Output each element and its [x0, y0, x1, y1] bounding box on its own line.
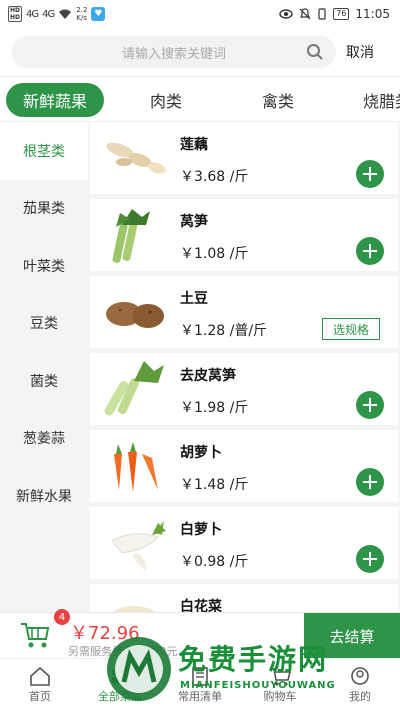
product-price: ￥3.68 /斤 — [180, 169, 249, 185]
lettuce-stem-image — [112, 209, 150, 263]
list-icon — [192, 667, 208, 686]
add-to-cart-button[interactable] — [356, 545, 384, 573]
plus-icon — [363, 552, 377, 566]
potato-image — [106, 302, 164, 328]
signal-icon-1: 4G — [26, 8, 39, 20]
nav-profile-label: 我的 — [349, 690, 371, 703]
product-name: 白萝卜 — [180, 522, 222, 538]
tab-fresh-produce[interactable]: 新鲜蔬果 — [6, 83, 104, 117]
sidebar-item-fruit[interactable]: 新鲜水果 — [0, 467, 88, 525]
search-placeholder: 请输入搜索关键词 — [121, 46, 226, 62]
profile-icon — [351, 667, 369, 685]
vibrate-icon — [318, 8, 326, 20]
search-icon[interactable] — [306, 43, 324, 61]
nav-profile[interactable]: 我的 — [320, 659, 400, 711]
product-card[interactable]: 莲藕 ￥3.68 /斤 — [90, 122, 398, 194]
cart-bar: 4 ￥72.96 另需服务费 配送费0元 去结算 — [0, 609, 400, 659]
white-radish-image — [111, 521, 166, 571]
sidebar-item-beans[interactable]: 豆类 — [0, 295, 88, 353]
eye-icon — [279, 9, 293, 19]
product-card[interactable]: 土豆 ￥1.28 /普/斤 选规格 — [90, 276, 398, 348]
cart-count-badge: 4 — [54, 609, 70, 625]
mute-bell-icon — [299, 8, 311, 20]
nav-all-dishes[interactable]: 全部菜品 — [80, 659, 160, 711]
add-to-cart-button[interactable] — [356, 160, 384, 188]
select-spec-button[interactable]: 选规格 — [322, 318, 380, 340]
product-card[interactable]: 莴笋 ￥1.08 /斤 — [90, 199, 398, 271]
category-icon — [112, 669, 128, 683]
product-card[interactable]: 白花菜 — [90, 584, 398, 612]
search-header: 请输入搜索关键词 取消 — [0, 28, 400, 76]
nav-common-list-label: 常用清单 — [178, 690, 222, 703]
search-input[interactable]: 请输入搜索关键词 — [12, 36, 336, 68]
product-name: 莲藕 — [180, 137, 208, 153]
status-left: HD HD 4G 4G 2.2 K/s ♥ — [8, 6, 106, 22]
product-price: ￥0.98 /斤 — [180, 554, 249, 570]
sidebar-item-mushroom[interactable]: 菌类 — [0, 352, 88, 410]
cart-total: ￥72.96 — [70, 623, 140, 644]
lotus-root-image — [106, 142, 166, 174]
nav-cart-label: 购物车 — [263, 690, 297, 703]
tab-roast[interactable]: 烧腊类 — [352, 83, 400, 117]
plus-icon — [363, 475, 377, 489]
battery-icon: 76 — [333, 8, 350, 20]
cancel-button[interactable]: 取消 — [346, 42, 374, 62]
product-card[interactable]: 白萝卜 ￥0.98 /斤 — [90, 507, 398, 579]
tab-poultry[interactable]: 禽类 — [248, 83, 308, 117]
plus-icon — [363, 244, 377, 258]
bottom-nav: 首页 全部菜品 常用清单 购物车 我的 — [0, 658, 400, 711]
nav-home-label: 首页 — [29, 690, 51, 703]
product-name: 土豆 — [180, 291, 208, 307]
network-speed: 2.2 K/s — [76, 6, 88, 22]
add-to-cart-button[interactable] — [356, 468, 384, 496]
sidebar-item-leafy[interactable]: 叶菜类 — [0, 237, 88, 295]
product-card[interactable]: 去皮莴笋 ￥1.98 /斤 — [90, 353, 398, 425]
product-price: ￥1.08 /斤 — [180, 246, 249, 262]
product-name: 白花菜 — [180, 599, 222, 612]
product-card[interactable]: 胡萝卜 ￥1.48 /斤 — [90, 430, 398, 502]
product-name: 胡萝卜 — [180, 445, 222, 461]
product-price: ￥1.48 /斤 — [180, 477, 249, 493]
signal-icon-2: 4G — [42, 8, 55, 20]
nav-home[interactable]: 首页 — [0, 659, 80, 711]
clock: 11:05 — [355, 7, 390, 21]
category-tabs: 新鲜蔬果 肉类 禽类 烧腊类 — [0, 76, 400, 122]
nav-common-list[interactable]: 常用清单 — [160, 659, 240, 711]
checkout-button[interactable]: 去结算 — [304, 613, 400, 659]
cart-fee-note: 另需服务费 配送费0元 — [68, 645, 178, 658]
add-to-cart-button[interactable] — [356, 391, 384, 419]
sidebar-item-aromatics[interactable]: 葱姜蒜 — [0, 410, 88, 468]
product-name: 莴笋 — [180, 214, 208, 230]
product-price: ￥1.98 /斤 — [180, 400, 249, 416]
add-to-cart-button[interactable] — [356, 237, 384, 265]
tab-meat[interactable]: 肉类 — [136, 83, 196, 117]
cart-icon[interactable] — [20, 621, 50, 649]
carrot-image — [114, 442, 158, 492]
home-icon — [30, 666, 50, 686]
status-right: 76 11:05 — [279, 7, 390, 21]
hd-icon: HD HD — [8, 6, 23, 22]
cart-icon — [270, 668, 291, 686]
status-bar: HD HD 4G 4G 2.2 K/s ♥ 76 11:05 — [0, 0, 400, 28]
product-name: 去皮莴笋 — [180, 368, 236, 384]
wifi-icon — [59, 9, 72, 19]
product-list: 莲藕 ￥3.68 /斤 莴笋 ￥1.08 /斤 土豆 ￥1.28 /普/斤 选规… — [90, 122, 398, 612]
peeled-lettuce-stem-image — [104, 361, 164, 416]
plus-icon — [363, 398, 377, 412]
cauliflower-image — [113, 606, 155, 612]
app-notification-icon: ♥ — [91, 7, 106, 21]
sidebar-item-nightshade[interactable]: 茄果类 — [0, 180, 88, 238]
sidebar: 根茎类 茄果类 叶菜类 豆类 菌类 葱姜蒜 新鲜水果 — [0, 122, 88, 612]
product-price: ￥1.28 /普/斤 — [180, 323, 268, 339]
plus-icon — [363, 167, 377, 181]
nav-cart[interactable]: 购物车 — [240, 659, 320, 711]
nav-all-dishes-label: 全部菜品 — [98, 690, 142, 703]
sidebar-item-root[interactable]: 根茎类 — [0, 122, 88, 180]
